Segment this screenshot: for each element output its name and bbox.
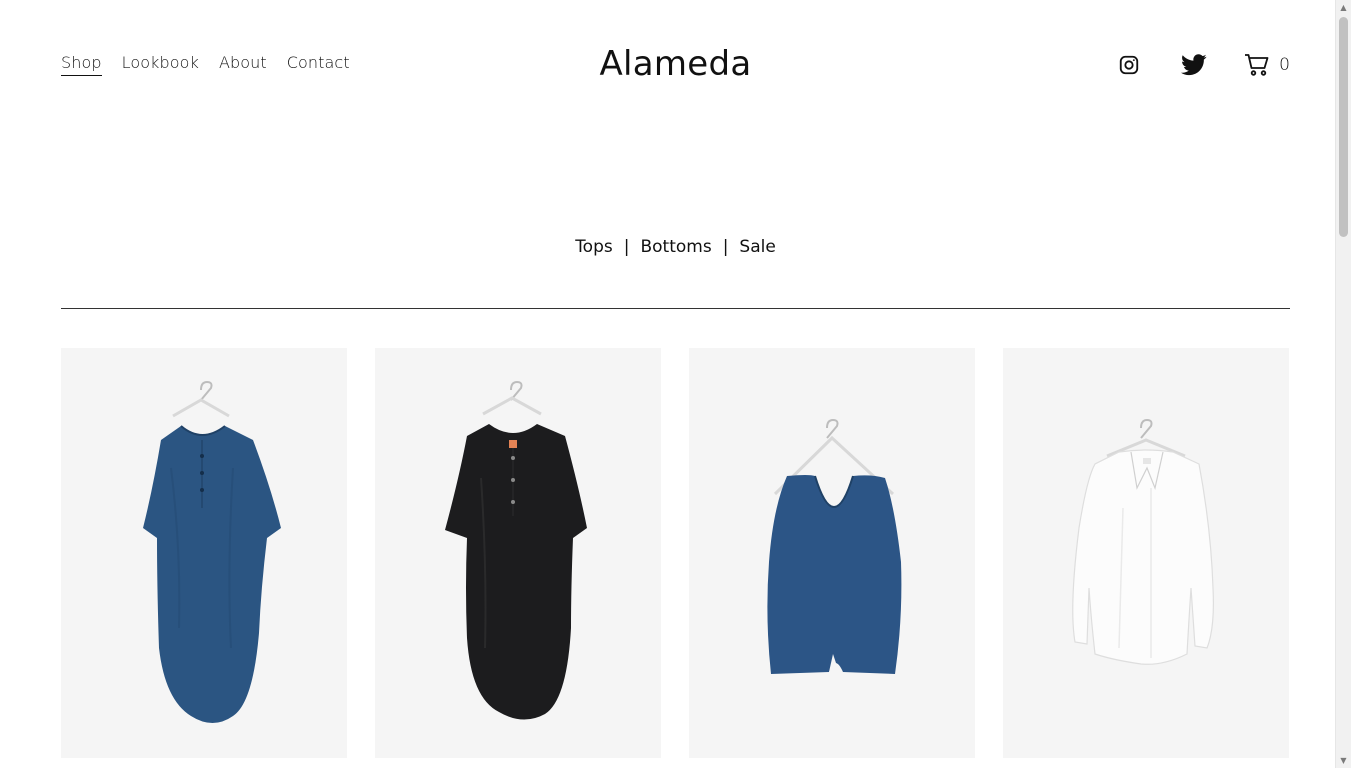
blue-tank-top-image <box>767 418 902 674</box>
nav-lookbook[interactable]: Lookbook <box>122 53 199 76</box>
scroll-down-arrow-icon[interactable]: ▼ <box>1336 753 1351 768</box>
page: Shop Lookbook About Contact Alameda 0 To… <box>0 0 1351 768</box>
instagram-icon[interactable] <box>1117 53 1141 77</box>
cart-button[interactable]: 0 <box>1244 53 1290 77</box>
black-tunic-dress-image <box>445 380 587 720</box>
category-sale[interactable]: Sale <box>739 237 775 257</box>
header-icons: 0 <box>1117 52 1290 78</box>
product-card[interactable] <box>1003 348 1289 758</box>
cart-count: 0 <box>1279 55 1290 75</box>
nav-shop[interactable]: Shop <box>61 53 102 76</box>
nav-about[interactable]: About <box>219 53 267 76</box>
cart-icon <box>1245 54 1269 76</box>
scroll-up-arrow-icon[interactable]: ▲ <box>1336 0 1351 15</box>
category-separator: | <box>623 237 630 257</box>
product-grid <box>61 348 1289 758</box>
blue-tunic-dress-image <box>143 380 281 723</box>
white-shirt-image <box>1072 418 1214 665</box>
product-card[interactable] <box>375 348 661 758</box>
product-card[interactable] <box>689 348 975 758</box>
category-tops[interactable]: Tops <box>575 237 613 257</box>
product-card[interactable] <box>61 348 347 758</box>
scrollbar[interactable]: ▲ ▼ <box>1335 0 1351 768</box>
category-separator: | <box>722 237 729 257</box>
site-title[interactable]: Alameda <box>599 44 751 84</box>
category-bottoms[interactable]: Bottoms <box>640 237 711 257</box>
main-nav: Shop Lookbook About Contact <box>61 53 350 76</box>
scroll-thumb[interactable] <box>1339 17 1348 237</box>
category-nav: Tops | Bottoms | Sale <box>0 237 1351 257</box>
twitter-icon[interactable] <box>1181 52 1207 78</box>
site-header: Shop Lookbook About Contact Alameda 0 <box>0 0 1351 130</box>
section-divider <box>61 308 1290 309</box>
nav-contact[interactable]: Contact <box>287 53 350 76</box>
